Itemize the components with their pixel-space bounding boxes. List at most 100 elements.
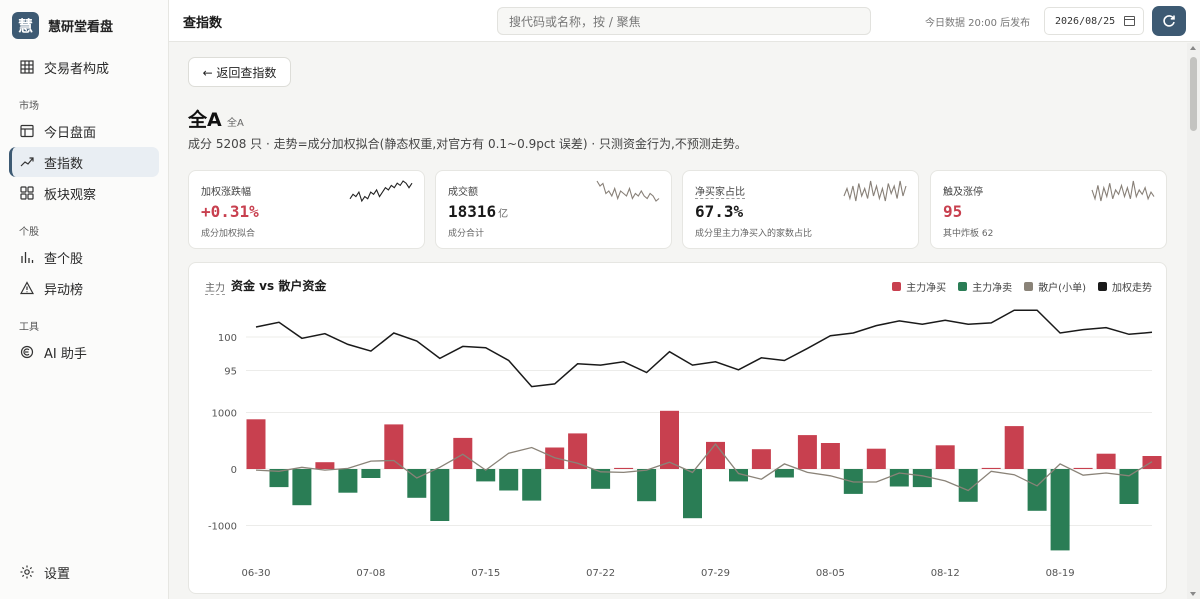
- sidebar-item-trader-composition[interactable]: 交易者构成: [9, 52, 159, 82]
- section-label-tools: 工具: [19, 322, 39, 333]
- x-tick-label: 07-08: [356, 568, 385, 579]
- sidebar-item-settings[interactable]: 设置: [9, 557, 159, 587]
- card-label[interactable]: 净买家占比: [695, 183, 745, 199]
- bar-main-buy: [315, 462, 335, 469]
- bar-main-buy: [614, 467, 634, 469]
- card-value: 95: [943, 202, 963, 221]
- stat-card-net-buyer-ratio: 净买家占比 67.3% 成分里主力净买入的家数占比: [682, 170, 919, 249]
- bar-main-sell: [292, 469, 312, 506]
- sidebar-item-label: AI 助手: [44, 346, 87, 362]
- sidebar-item-label: 交易者构成: [44, 61, 110, 77]
- page-title: 查指数: [183, 16, 223, 31]
- index-name: 全A: [188, 109, 222, 131]
- stat-card-limit-up: 触及涨停 95 其中炸板 62: [930, 170, 1167, 249]
- bar-main-buy: [384, 424, 404, 469]
- stat-card-turnover: 成交额 18316 亿 成分合计: [435, 170, 672, 249]
- calendar-icon[interactable]: [1124, 16, 1135, 26]
- y-tick-label-flow: 0: [231, 465, 237, 476]
- bar-main-sell: [683, 469, 702, 519]
- gear-icon: [20, 565, 34, 579]
- card-note: 其中炸板 62: [943, 229, 994, 239]
- trend-icon: [20, 155, 34, 169]
- section-label-market: 市场: [19, 101, 39, 112]
- brand[interactable]: 慧 慧研堂看盘: [0, 0, 168, 50]
- bar-main-sell: [1027, 469, 1047, 511]
- x-tick-label: 07-29: [701, 568, 730, 579]
- alert-triangle-icon: [20, 281, 34, 295]
- card-label: 成交额: [448, 187, 478, 198]
- bar-main-buy: [706, 441, 725, 469]
- bar-main-sell: [637, 469, 657, 502]
- y-tick-label-price: 100: [218, 333, 237, 344]
- card-note: 成分合计: [448, 229, 485, 239]
- scroll-down-arrow[interactable]: [1190, 592, 1196, 596]
- bar-main-sell: [361, 469, 381, 478]
- x-tick-label: 06-30: [241, 568, 270, 579]
- bar-chart-icon: [20, 250, 34, 264]
- bar-main-buy: [1142, 456, 1162, 469]
- bar-main-buy: [935, 445, 955, 469]
- flow-chart-card: 主力 资金 vs 散户资金 主力净买 主力净卖 散户(小单) 加权走势 100 9…: [188, 262, 1167, 594]
- sparkline-path: [843, 180, 907, 202]
- layout-icon: [20, 124, 34, 138]
- sidebar-item-label: 查个股: [44, 251, 84, 267]
- card-value: 67.3%: [695, 202, 744, 221]
- sparkline: [349, 180, 413, 203]
- weighted-trend-line: [255, 309, 1153, 388]
- bar-main-buy: [820, 443, 840, 469]
- bar-main-buy: [751, 449, 771, 469]
- bar-main-buy: [660, 410, 679, 469]
- card-value: 18316 亿: [448, 202, 509, 221]
- x-tick-label: 08-19: [1046, 568, 1075, 579]
- x-tick-label: 08-05: [816, 568, 845, 579]
- section-label-stock: 个股: [19, 227, 39, 238]
- scrollbar[interactable]: [1187, 43, 1200, 599]
- bar-main-buy: [246, 419, 266, 469]
- bar-main-sell: [522, 469, 542, 501]
- sidebar-item-ai-assistant[interactable]: AI 助手: [9, 337, 159, 367]
- sidebar-item-label: 板块观察: [44, 187, 97, 203]
- index-subtitle: 全A: [227, 118, 244, 129]
- grid-icon: [20, 60, 34, 74]
- scrollbar-thumb[interactable]: [1190, 57, 1197, 131]
- bar-main-buy: [1096, 453, 1116, 469]
- sidebar-item-movers[interactable]: 异动榜: [9, 273, 159, 303]
- sidebar-item-label: 异动榜: [44, 282, 84, 298]
- app-logo: 慧: [12, 11, 39, 39]
- sidebar-item-index-lookup[interactable]: 查指数: [9, 147, 159, 177]
- refresh-icon: [1163, 15, 1175, 27]
- bar-main-sell: [912, 469, 932, 488]
- sparkline: [596, 180, 660, 202]
- y-tick-label-flow: 1000: [212, 409, 237, 420]
- sparkline-path: [596, 180, 660, 202]
- bar-main-sell: [499, 469, 519, 491]
- card-label: 触及涨停: [943, 187, 983, 198]
- search-input[interactable]: 搜代码或名称，按 / 聚焦: [497, 7, 871, 35]
- scroll-up-arrow[interactable]: [1190, 46, 1196, 50]
- sparkline-path: [349, 180, 413, 203]
- bar-main-sell: [430, 469, 450, 521]
- stat-card-weighted-change: 加权涨跌幅 +0.31% 成分加权拟合: [188, 170, 425, 249]
- bar-main-buy: [453, 437, 473, 469]
- back-button[interactable]: ← 返回查指数: [188, 57, 291, 87]
- refresh-button[interactable]: [1152, 6, 1186, 36]
- card-note: 成分加权拟合: [201, 229, 256, 239]
- sidebar-item-sector-watch[interactable]: 板块观察: [9, 178, 159, 208]
- bar-main-sell: [774, 469, 794, 478]
- sidebar-item-label: 查指数: [44, 156, 84, 172]
- bar-main-sell: [1050, 469, 1070, 551]
- sidebar-item-label: 今日盘面: [44, 125, 97, 141]
- x-tick-label: 07-22: [586, 568, 615, 579]
- sidebar-item-stock-lookup[interactable]: 查个股: [9, 242, 159, 272]
- flow-chart-svg: 100 95 1000 0 -1000 06-30 07-08 07-15 07-22 07-29…: [208, 309, 1162, 579]
- sidebar-item-today-market[interactable]: 今日盘面: [9, 116, 159, 146]
- y-tick-label-flow: -1000: [208, 522, 237, 533]
- sparkline: [843, 180, 907, 202]
- bar-main-sell: [889, 469, 909, 487]
- sparkline: [1091, 180, 1155, 202]
- sidebar-item-label: 设置: [44, 566, 71, 582]
- date-picker[interactable]: 2026/08/25: [1044, 7, 1144, 35]
- bar-main-sell: [1119, 469, 1139, 504]
- bar-main-buy: [981, 467, 1001, 469]
- card-note: 成分里主力净买入的家数占比: [695, 229, 813, 239]
